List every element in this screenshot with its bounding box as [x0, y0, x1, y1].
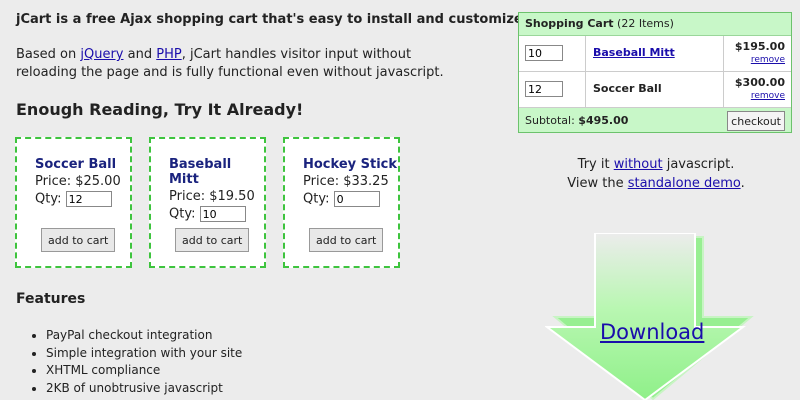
- product-name: Soccer Ball: [35, 157, 117, 172]
- product-price: Price: $19.50: [169, 189, 255, 204]
- cart-subtotal: Subtotal: $495.00: [525, 114, 628, 127]
- checkout-button[interactable]: checkout: [727, 111, 785, 131]
- product-card-soccer-ball: Soccer Ball Price: $25.00 Qty: add to ca…: [15, 137, 132, 268]
- product-name: Hockey Stick: [303, 157, 398, 172]
- cart-row: Soccer Ball $300.00 remove: [519, 72, 791, 108]
- qty-input[interactable]: [333, 191, 380, 207]
- product-price: Price: $33.25: [303, 174, 389, 189]
- subtotal-label: Subtotal:: [525, 114, 575, 127]
- try-line-1: Try it without javascript.: [520, 155, 792, 174]
- product-qty-row: Qty:: [35, 191, 130, 207]
- feature-item: PayPal checkout integration: [46, 327, 242, 345]
- product-qty-row: Qty:: [303, 191, 398, 207]
- qty-input[interactable]: [199, 206, 246, 222]
- cart-item-name: Soccer Ball: [593, 82, 662, 95]
- feature-item: 2KB of unobtrusive javascript: [46, 380, 242, 398]
- product-name: Baseball Mitt: [169, 157, 232, 187]
- cart-header: Shopping Cart (22 Items): [519, 13, 791, 36]
- cart-item-count: (22 Items): [617, 17, 674, 30]
- cart-remove-link[interactable]: remove: [751, 55, 785, 65]
- qty-label: Qty:: [35, 191, 62, 207]
- cart-item-price: $300.00: [734, 76, 785, 89]
- product-qty-row: Qty:: [169, 206, 264, 222]
- shopping-cart: Shopping Cart (22 Items) Baseball Mitt $…: [518, 12, 792, 133]
- qty-label: Qty:: [303, 191, 330, 207]
- intro-headline: jCart is a free Ajax shopping cart that'…: [16, 12, 528, 27]
- qty-input[interactable]: [65, 191, 112, 207]
- intro-text-prefix: Based on: [16, 47, 81, 62]
- download-arrow-icon[interactable]: [545, 233, 760, 400]
- cart-qty-input[interactable]: [525, 81, 563, 97]
- view-prefix: View the: [567, 176, 628, 191]
- product-card-baseball-mitt: Baseball Mitt Price: $19.50 Qty: add to …: [149, 137, 266, 268]
- try-suffix: javascript.: [662, 157, 735, 172]
- product-card-hockey-stick: Hockey Stick Price: $33.25 Qty: add to c…: [283, 137, 400, 268]
- standalone-demo-link[interactable]: standalone demo: [628, 176, 741, 191]
- features-title: Features: [16, 291, 86, 307]
- add-to-cart-button[interactable]: add to cart: [41, 228, 116, 252]
- php-link[interactable]: PHP: [156, 47, 181, 62]
- try-line-2: View the standalone demo.: [520, 174, 792, 193]
- cart-item-price: $195.00: [734, 40, 785, 53]
- try-prefix: Try it: [577, 157, 614, 172]
- add-to-cart-button[interactable]: add to cart: [309, 228, 384, 252]
- cart-qty-input[interactable]: [525, 45, 563, 61]
- product-price: Price: $25.00: [35, 174, 121, 189]
- qty-label: Qty:: [169, 206, 196, 222]
- without-js-link[interactable]: without: [614, 157, 663, 172]
- features-list: PayPal checkout integration Simple integ…: [16, 327, 242, 397]
- intro-text-and: and: [123, 47, 157, 62]
- feature-item: XHTML compliance: [46, 362, 242, 380]
- cart-item-name-link[interactable]: Baseball Mitt: [593, 46, 675, 59]
- cart-row: Baseball Mitt $195.00 remove: [519, 36, 791, 72]
- download-link[interactable]: Download: [600, 320, 704, 344]
- cart-remove-link[interactable]: remove: [751, 91, 785, 101]
- view-suffix: .: [740, 176, 745, 191]
- cart-title: Shopping Cart: [525, 17, 614, 30]
- add-to-cart-button[interactable]: add to cart: [175, 228, 250, 252]
- section-title: Enough Reading, Try It Already!: [16, 100, 304, 119]
- try-it-text: Try it without javascript. View the stan…: [520, 155, 792, 193]
- feature-item: Simple integration with your site: [46, 345, 242, 363]
- intro-paragraph: Based on jQuery and PHP, jCart handles v…: [16, 46, 466, 82]
- jquery-link[interactable]: jQuery: [80, 47, 123, 62]
- subtotal-value: $495.00: [578, 114, 629, 127]
